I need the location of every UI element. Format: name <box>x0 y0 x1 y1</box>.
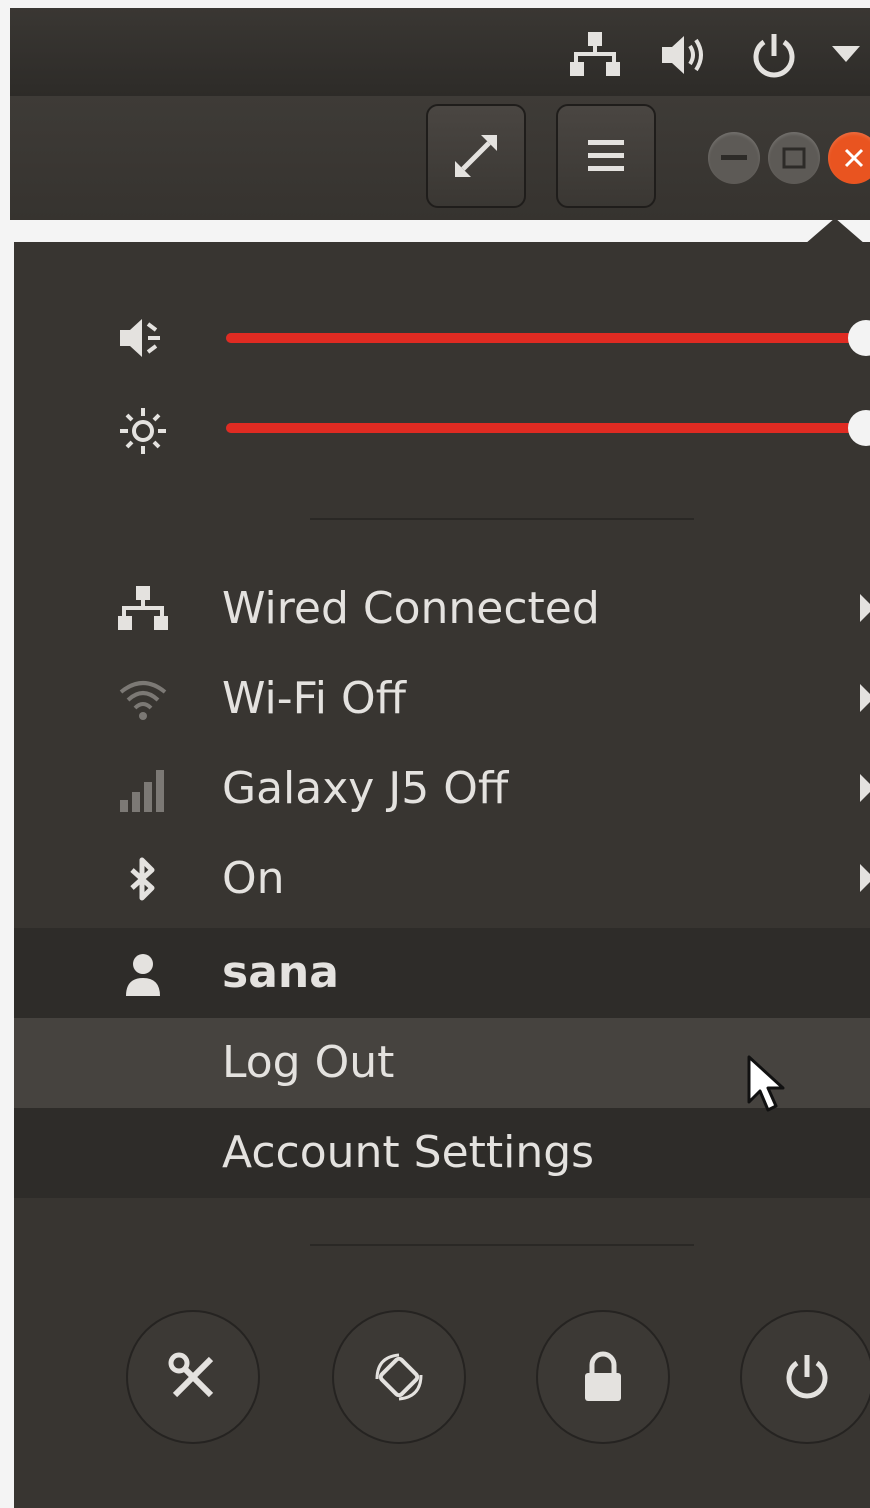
user-name: sana <box>222 947 339 998</box>
hamburger-menu-icon <box>588 140 624 171</box>
menu-pointer <box>805 218 865 244</box>
network-wired-icon[interactable] <box>570 32 620 82</box>
bluetooth-icon <box>118 856 168 906</box>
window-header-bar <box>10 96 870 220</box>
menu-item-label: Log Out <box>222 1037 395 1088</box>
menu-item-log-out[interactable]: Log Out <box>14 1018 870 1108</box>
brightness-slider-fill <box>226 423 866 433</box>
close-button[interactable] <box>828 132 870 184</box>
brightness-slider-knob[interactable] <box>848 410 870 446</box>
wired-network-icon <box>118 586 168 636</box>
menu-item-wired[interactable]: Wired Connected <box>14 564 870 654</box>
menu-item-label: Account Settings <box>222 1127 595 1178</box>
fullscreen-icon <box>455 135 497 177</box>
menu-item-mobile[interactable]: Galaxy J5 Off <box>14 744 870 834</box>
chevron-right-icon <box>860 864 870 892</box>
rotation-lock-button[interactable] <box>332 1310 466 1444</box>
system-menu: Wired Connected Wi-Fi Off Galaxy J5 Off <box>14 242 870 1508</box>
brightness-icon <box>118 406 168 460</box>
close-icon <box>844 148 864 168</box>
maximize-icon <box>782 147 806 169</box>
wifi-icon <box>118 676 168 726</box>
separator <box>310 1244 694 1246</box>
cellular-signal-icon <box>118 766 168 816</box>
chevron-down-icon[interactable] <box>832 46 860 66</box>
menu-item-wifi[interactable]: Wi-Fi Off <box>14 654 870 744</box>
chevron-right-icon <box>860 684 870 712</box>
fullscreen-button[interactable] <box>426 104 526 208</box>
maximize-button[interactable] <box>768 132 820 184</box>
separator <box>310 518 694 520</box>
minimize-button[interactable] <box>708 132 760 184</box>
top-panel <box>10 8 870 96</box>
volume-slider[interactable] <box>226 320 870 356</box>
menu-item-label: Wi-Fi Off <box>222 673 406 724</box>
minimize-icon <box>721 155 747 160</box>
menu-item-label: On <box>222 853 285 904</box>
menu-item-user[interactable]: sana <box>14 928 870 1018</box>
lock-button[interactable] <box>536 1310 670 1444</box>
rotation-lock-icon <box>375 1353 423 1401</box>
hamburger-menu-button[interactable] <box>556 104 656 208</box>
volume-slider-fill <box>226 333 866 343</box>
menu-item-bluetooth[interactable]: On <box>14 834 870 924</box>
mouse-cursor-icon <box>746 1054 786 1118</box>
settings-icon <box>168 1352 214 1398</box>
brightness-slider-row <box>14 398 870 458</box>
power-icon[interactable] <box>750 32 798 84</box>
lock-icon <box>585 1351 621 1401</box>
user-icon <box>118 950 168 1000</box>
power-off-button[interactable] <box>740 1310 870 1444</box>
menu-item-account-settings[interactable]: Account Settings <box>14 1108 870 1198</box>
settings-button[interactable] <box>126 1310 260 1444</box>
volume-slider-row <box>14 308 870 368</box>
menu-item-label: Wired Connected <box>222 583 600 634</box>
power-off-icon <box>786 1355 828 1399</box>
brightness-slider[interactable] <box>226 410 870 446</box>
menu-item-label: Galaxy J5 Off <box>222 763 509 814</box>
volume-icon[interactable] <box>660 32 710 82</box>
chevron-right-icon <box>860 594 870 622</box>
chevron-right-icon <box>860 774 870 802</box>
volume-muted-icon <box>118 316 168 364</box>
volume-slider-knob[interactable] <box>848 320 870 356</box>
